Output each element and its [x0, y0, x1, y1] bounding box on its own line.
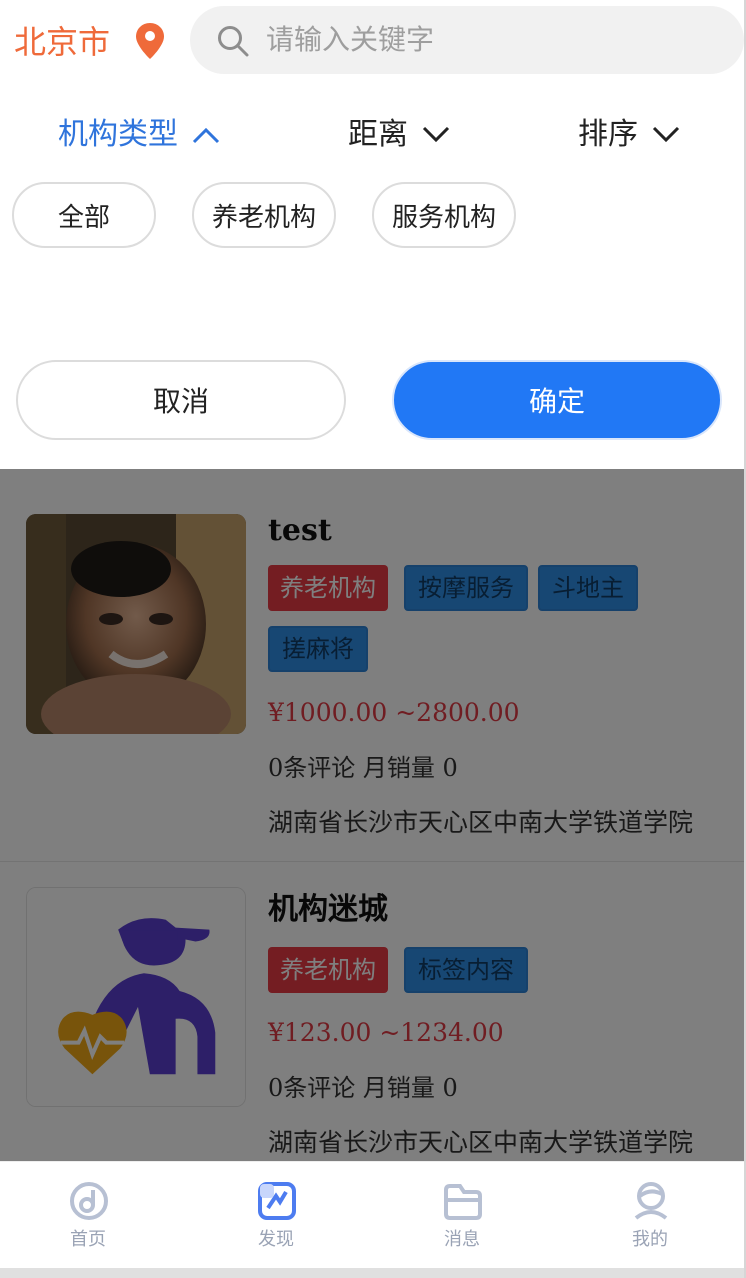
message-icon [444, 1184, 482, 1220]
filter-tab-label: 排序 [578, 117, 638, 152]
tab-home[interactable]: 首页 [28, 1162, 148, 1278]
chip-service[interactable]: 服务机构 [372, 182, 516, 248]
confirm-button[interactable]: 确定 [392, 360, 722, 440]
tab-discover[interactable]: 发现 [216, 1162, 336, 1278]
home-icon [70, 1182, 108, 1220]
tab-label: 发现 [258, 1229, 294, 1250]
modal-overlay[interactable] [0, 469, 746, 1161]
tab-label: 消息 [444, 1229, 480, 1250]
tab-profile[interactable]: 我的 [590, 1162, 710, 1278]
search-input[interactable]: 请输入关键字 [266, 22, 434, 58]
filter-tab-sort[interactable]: 排序 [578, 112, 680, 158]
tab-label: 首页 [70, 1229, 106, 1250]
city-selector[interactable]: 北京市 [14, 20, 110, 64]
cancel-button[interactable]: 取消 [16, 360, 346, 440]
tab-messages[interactable]: 消息 [402, 1162, 522, 1278]
chip-all[interactable]: 全部 [12, 182, 156, 248]
filter-tab-label: 距离 [348, 117, 408, 152]
filter-tab-label: 机构类型 [58, 117, 178, 152]
chevron-down-icon [652, 126, 680, 143]
top-bar: 北京市 请输入关键字 [0, 0, 746, 84]
filter-tab-distance[interactable]: 距离 [348, 112, 450, 158]
filter-tab-type[interactable]: 机构类型 [58, 112, 220, 158]
search-icon [218, 26, 249, 57]
chevron-down-icon [422, 126, 450, 143]
bottom-tab-bar: 首页 发现 消息 我的 [0, 1161, 746, 1278]
filter-panel: 机构类型 距离 排序 全部 养老机构 服务机构 取消 确定 [0, 84, 746, 469]
system-bar [0, 1268, 746, 1278]
search-bar[interactable]: 请输入关键字 [190, 6, 744, 74]
chevron-up-icon [192, 127, 220, 144]
location-pin-icon[interactable] [134, 22, 166, 60]
profile-icon [634, 1182, 668, 1220]
discover-icon [258, 1182, 296, 1220]
chip-elderly-care[interactable]: 养老机构 [192, 182, 336, 248]
tab-label: 我的 [632, 1229, 668, 1250]
